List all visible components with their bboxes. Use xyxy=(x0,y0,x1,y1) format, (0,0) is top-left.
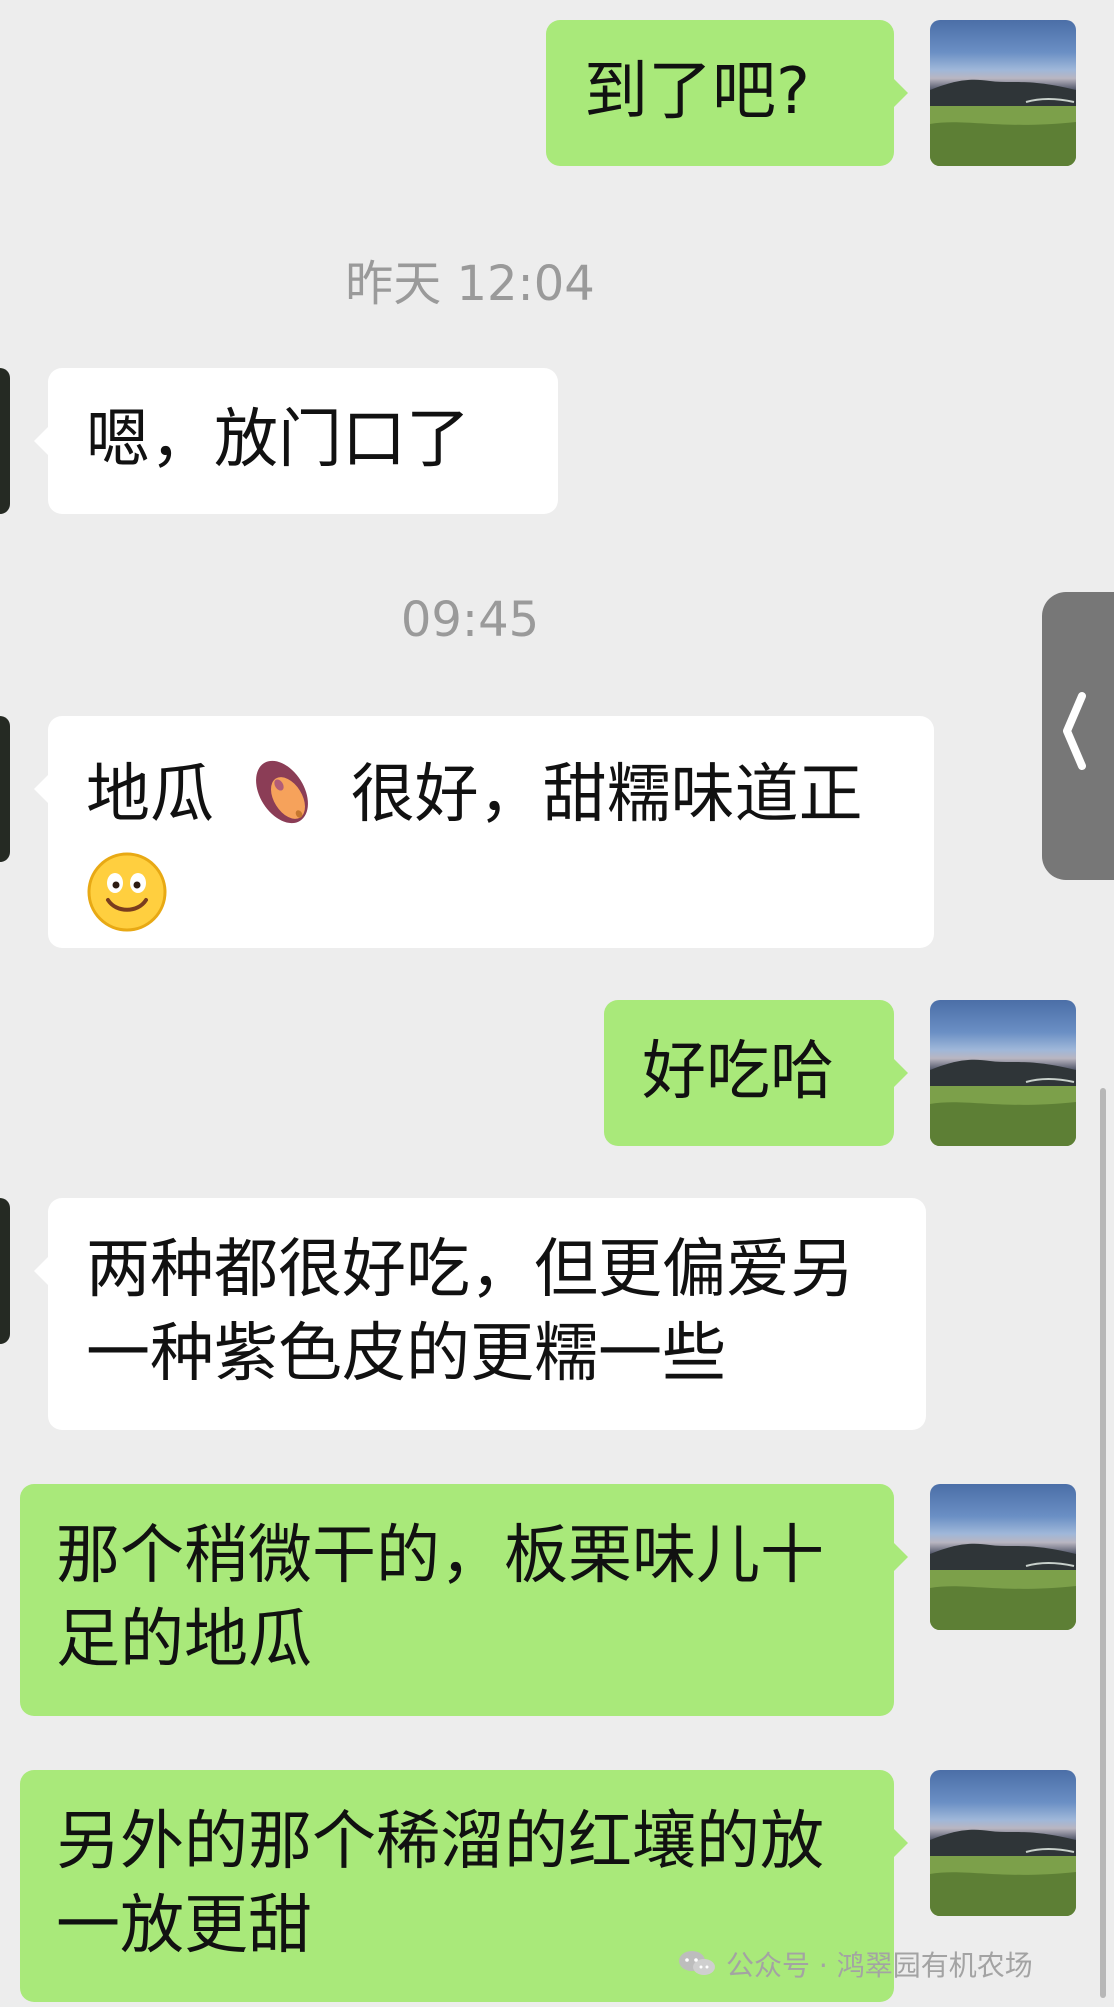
chat-view: 到了吧? 昨天 12:04 嗯，放门口了 09:45 地瓜 很好，甜糯味道正 好… xyxy=(0,0,1114,2007)
message-text-2: 嗯，放门口了 xyxy=(86,403,470,477)
message-bubble-3[interactable]: 地瓜 很好，甜糯味道正 xyxy=(34,716,934,948)
message-bubble-4[interactable]: 好吃哈 xyxy=(604,1000,908,1146)
message-tail-1 xyxy=(893,78,908,108)
message-bubble-2[interactable]: 嗯，放门口了 xyxy=(34,368,558,514)
scrollbar[interactable] xyxy=(1100,1088,1106,1998)
wechat-icon xyxy=(676,1949,718,1979)
avatar-icon[interactable] xyxy=(930,1000,1076,1146)
message-row-5: 两种都很好吃，但更偏爱另一种紫色皮的更糯一些 xyxy=(0,1198,1114,1430)
message-text-4: 好吃哈 xyxy=(642,1035,834,1109)
message-text-1: 到了吧? xyxy=(584,55,810,129)
avatar-landscape-icon xyxy=(930,1059,1076,1146)
message-tail-7 xyxy=(893,1828,908,1858)
message-row-1: 到了吧? xyxy=(0,20,1114,166)
avatar-landscape-icon xyxy=(930,1829,1076,1916)
wechat-svg xyxy=(679,1951,715,1975)
message-text-6: 那个稍微干的，板栗味儿十足的地瓜 xyxy=(56,1519,824,1677)
message-bubble-5[interactable]: 两种都很好吃，但更偏爱另一种紫色皮的更糯一些 xyxy=(34,1198,926,1430)
message-tail-3 xyxy=(34,774,49,804)
message-text-5: 两种都很好吃，但更偏爱另一种紫色皮的更糯一些 xyxy=(86,1233,854,1391)
message-row-3: 地瓜 很好，甜糯味道正 xyxy=(0,716,1114,948)
potato-emoji-icon xyxy=(238,746,326,851)
watermark: 公众号 · 鸿翠园有机农场 xyxy=(676,1942,1096,1986)
message-row-6: 那个稍微干的，板栗味儿十足的地瓜 xyxy=(0,1484,1114,1716)
message-tail-4 xyxy=(893,1058,908,1088)
message-tail-5 xyxy=(34,1256,49,1286)
avatar-landscape-icon xyxy=(930,1543,1076,1630)
message-bubble-1[interactable]: 到了吧? xyxy=(546,20,908,166)
message-bubble-6[interactable]: 那个稍微干的，板栗味儿十足的地瓜 xyxy=(20,1484,908,1716)
message-tail-2 xyxy=(34,426,49,456)
potato-emoji-svg xyxy=(256,760,309,824)
message-text-3a: 地瓜 xyxy=(86,758,214,833)
smile-emoji-svg xyxy=(87,852,167,932)
smile-emoji-icon xyxy=(86,851,168,954)
avatar-icon[interactable] xyxy=(930,1484,1076,1630)
timestamp-yesterday: 昨天 12:04 xyxy=(345,256,595,312)
timestamp-today: 09:45 xyxy=(400,592,540,648)
avatar-icon[interactable] xyxy=(930,20,1076,166)
message-row-2: 嗯，放门口了 xyxy=(0,368,1114,514)
watermark-text: 公众号 · 鸿翠园有机农场 xyxy=(726,1949,1033,1982)
avatar-icon[interactable] xyxy=(930,1770,1076,1916)
message-text-3b: 很好，甜糯味道正 xyxy=(350,758,863,833)
chevron-left-icon xyxy=(1063,692,1086,770)
message-row-4: 好吃哈 xyxy=(0,1000,1114,1146)
avatar-landscape-icon xyxy=(930,79,1076,166)
side-panel-handle[interactable] xyxy=(1042,592,1114,880)
message-text-7: 另外的那个稀溜的红壤的放一放更甜 xyxy=(56,1805,824,1963)
message-tail-6 xyxy=(893,1542,908,1572)
